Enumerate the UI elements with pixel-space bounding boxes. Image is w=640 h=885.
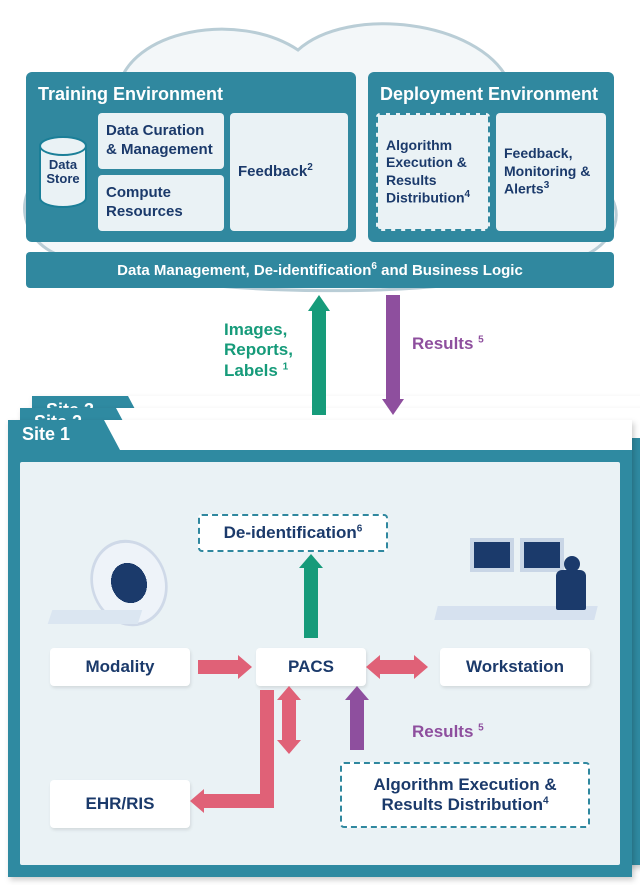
pacs-to-deid-arrow-icon [304,566,318,638]
workstation-illustration-icon [436,522,596,642]
sites-region: Site 3 Site 2 Site 1 De-identification6 … [8,420,632,877]
deployment-environment-panel: Deployment Environment Algorithm Executi… [368,72,614,242]
algorithm-execution-site-node: Algorithm Execution & Results Distributi… [340,762,590,828]
data-management-bar-label: Data Management, De-identification6 and … [117,261,523,279]
site-1-tab: Site 1 De-identification6 Modality PACS … [8,420,632,877]
ehr-ris-node: EHR/RIS [50,780,190,828]
pacs-to-ehr-arrow-horiz-icon [202,794,274,808]
algorithm-execution-cloud-label: Algorithm Execution & Results Distributi… [386,137,480,208]
algorithm-execution-site-label: Algorithm Execution & Results Distributi… [346,775,584,816]
results-flow-label: Results 5 [412,334,484,354]
deployment-environment-title: Deployment Environment [376,80,606,113]
mri-scanner-icon [50,522,190,642]
workstation-label: Workstation [466,657,564,677]
training-environment-title: Training Environment [34,80,348,113]
algorithm-execution-cloud-card: Algorithm Execution & Results Distributi… [376,113,490,231]
pacs-algoexec-arrow-icon [282,698,296,742]
data-curation-card: Data Curation & Management [98,113,224,169]
modality-to-pacs-arrow-icon [198,660,240,674]
modality-node: Modality [50,648,190,686]
data-store-label: Data Store [41,158,85,187]
pacs-node: PACS [256,648,366,686]
results-flow-label-inner: Results 5 [412,722,484,742]
feedback-monitoring-alerts-card: Feedback, Monitoring & Alerts3 [496,113,606,231]
pacs-workstation-arrow-icon [378,660,416,674]
data-curation-label: Data Curation & Management [106,122,216,160]
site-1-label: Site 1 [22,424,70,445]
cloud-region: Training Environment Data Store Data Cur… [8,10,632,295]
feedback-monitoring-alerts-label: Feedback, Monitoring & Alerts3 [504,145,598,198]
upload-flow-label: Images, Reports, Labels 1 [224,320,314,381]
de-identification-node: De-identification6 [198,514,388,552]
modality-label: Modality [86,657,155,677]
pacs-to-ehr-arrow-vert-icon [260,690,274,798]
workstation-node: Workstation [440,648,590,686]
results-arrow-icon [382,295,404,415]
site-1-inner: De-identification6 Modality PACS Worksta… [20,462,620,865]
de-identification-label: De-identification6 [224,523,363,543]
data-management-bar: Data Management, De-identification6 and … [26,252,614,288]
training-feedback-card: Feedback2 [230,113,348,231]
algoexec-to-pacs-arrow-icon [350,698,364,750]
training-environment-panel: Training Environment Data Store Data Cur… [26,72,356,242]
training-feedback-label: Feedback2 [238,162,313,182]
ehr-ris-label: EHR/RIS [86,794,155,814]
compute-resources-card: Compute Resources [98,175,224,231]
pacs-label: PACS [288,657,334,677]
compute-resources-label: Compute Resources [106,184,216,222]
data-store-cylinder-icon: Data Store [39,136,87,208]
